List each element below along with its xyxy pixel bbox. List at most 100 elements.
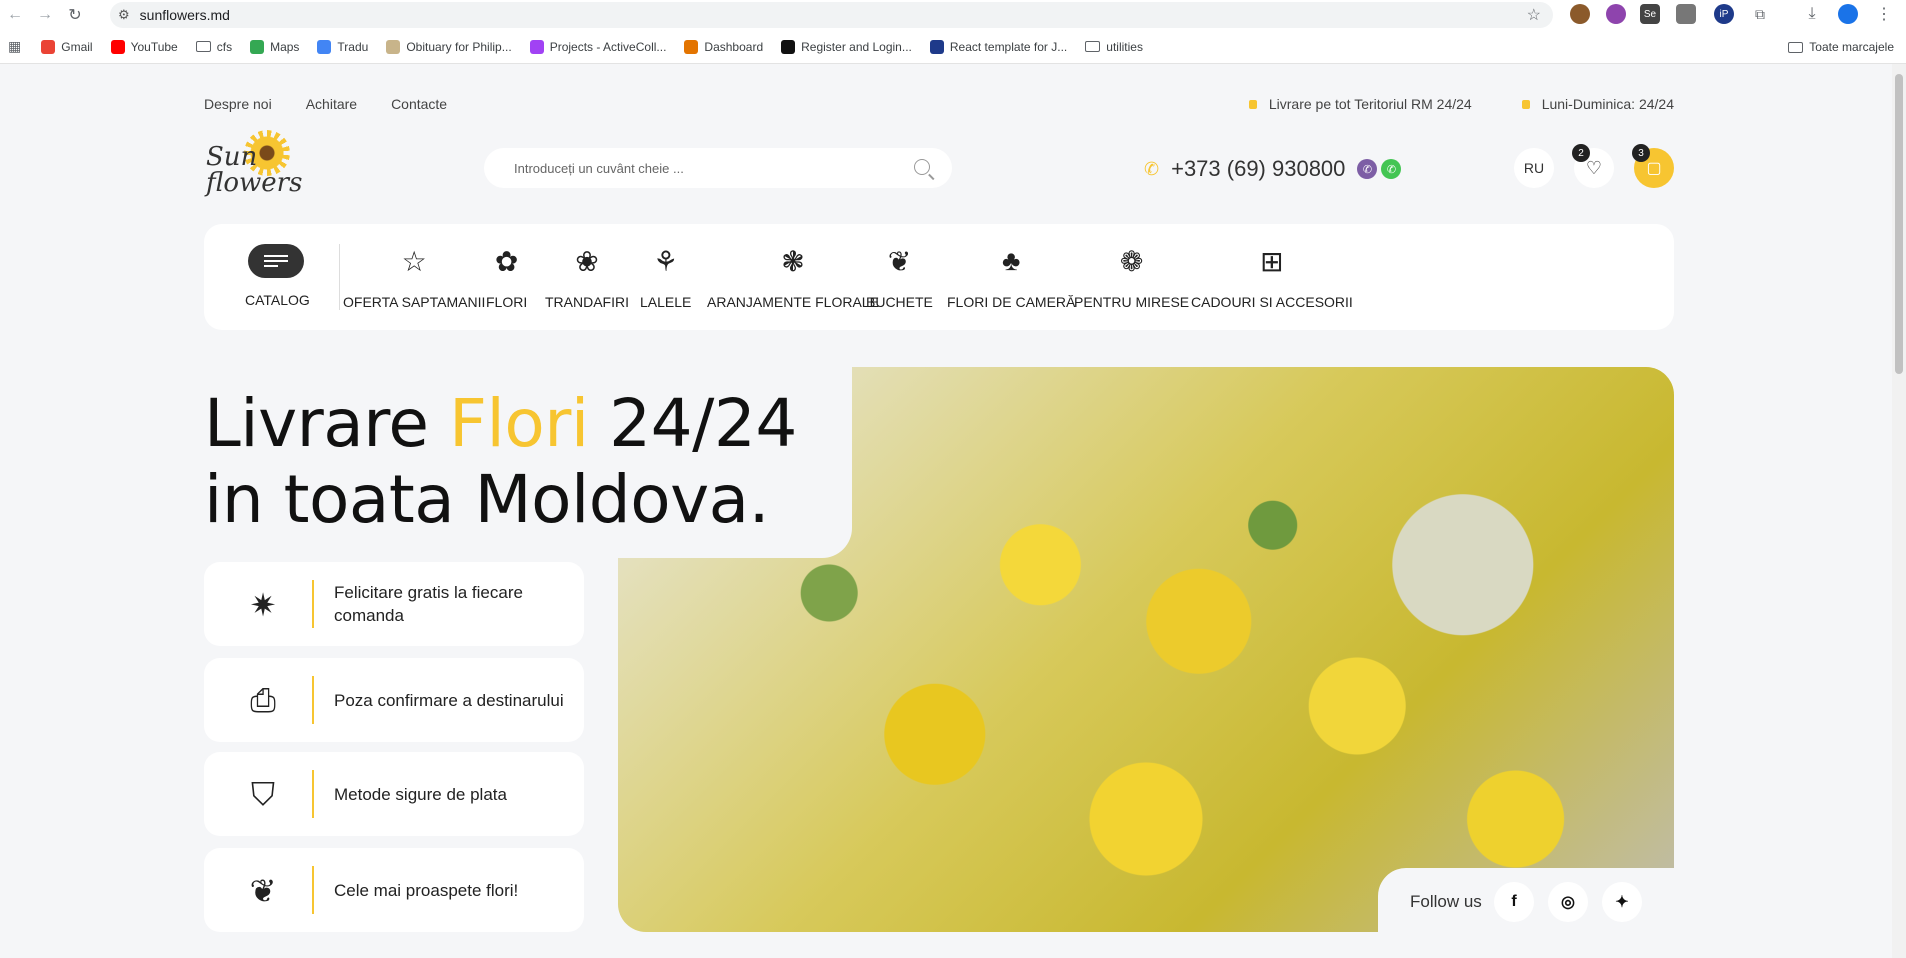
bookmark-item[interactable]: cfs: [195, 40, 232, 54]
feature-card: ❦ Cele mai proaspete flori!: [204, 848, 584, 932]
menu-kebab-icon[interactable]: ⋮: [1874, 4, 1894, 24]
search-icon[interactable]: [914, 159, 930, 175]
viber-icon[interactable]: ✆: [1357, 159, 1378, 179]
whatsapp-icon[interactable]: ✆: [1381, 159, 1402, 179]
category-label: ARANJAMENTE FLORALE: [707, 294, 879, 310]
bookmark-label: utilities: [1106, 39, 1143, 54]
category-trandafiri[interactable]: ❀ TRANDAFIRI: [545, 242, 629, 311]
category-nav: CATALOG ☆ OFERTA SAPTAMANII ✿ FLORI ❀ TRANDAF…: [204, 224, 1674, 330]
bookmark-item[interactable]: Obituary for Philip...: [386, 39, 512, 54]
follow-us-panel: Follow us f ◎ ✦: [1378, 868, 1678, 938]
bookmark-star-icon[interactable]: ☆: [1527, 5, 1541, 25]
forward-icon[interactable]: →: [30, 6, 60, 24]
accent-divider: [312, 770, 314, 818]
category-pentru-mirese[interactable]: ❁ PENTRU MIRESE: [1074, 242, 1190, 311]
bookmark-label: Gmail: [61, 39, 93, 54]
hours-info-text: Luni-Duminica: 24/24: [1541, 96, 1674, 112]
favicon-icon: [684, 39, 699, 54]
bookmark-item[interactable]: Register and Login...: [781, 39, 912, 54]
accent-divider: [312, 866, 314, 914]
bookmark-item[interactable]: Gmail: [41, 39, 93, 54]
bookmark-item[interactable]: Maps: [250, 39, 299, 54]
extension-photo-icon[interactable]: [1676, 4, 1696, 24]
site-logo[interactable]: Sun flowers: [204, 128, 302, 204]
logo-text-line2: flowers: [206, 168, 303, 198]
category-aranjamente-florale[interactable]: ❃ ARANJAMENTE FLORALE: [707, 242, 879, 311]
category-label: BUCHETE: [866, 294, 933, 310]
category-flori-de-camer[interactable]: ♣ FLORI DE CAMERĂ: [947, 242, 1075, 310]
feature-text: Metode sigure de plata: [334, 784, 507, 804]
profile-avatar-icon[interactable]: [1838, 4, 1858, 24]
scrollbar-thumb[interactable]: [1895, 74, 1903, 374]
catalog-menu-button[interactable]: [248, 244, 304, 278]
category-cadouri-si-accesorii[interactable]: ⊞ CADOURI SI ACCESORII: [1191, 242, 1353, 311]
favicon-icon: [110, 39, 125, 54]
all-bookmarks[interactable]: Toate marcajele: [1788, 40, 1894, 54]
link-contacte[interactable]: Contacte: [391, 96, 447, 112]
arrangement-icon: ❃: [781, 245, 805, 277]
apps-grid-icon[interactable]: ▦: [8, 38, 21, 55]
category-lalele[interactable]: ⚘ LALELE: [640, 242, 691, 311]
delivery-info: Livrare pe tot Teritoriul RM 24/24: [1248, 96, 1472, 112]
favicon-icon: [250, 39, 265, 54]
back-icon[interactable]: ←: [0, 6, 30, 24]
instagram-icon[interactable]: ◎: [1548, 882, 1588, 922]
feature-text: Felicitare gratis la fiecare comanda: [334, 583, 523, 625]
category-buchete[interactable]: ❦ BUCHETE: [866, 242, 933, 311]
wishlist-count-badge: 2: [1572, 144, 1590, 162]
link-despre-noi[interactable]: Despre noi: [204, 96, 272, 112]
language-switch[interactable]: RU: [1514, 148, 1554, 188]
hero-title-word3: 24/24: [609, 385, 797, 462]
favicon-icon: [41, 39, 56, 54]
top-info-bar: Despre noi Achitare Contacte Livrare pe …: [204, 96, 1674, 116]
catalog-label[interactable]: CATALOG: [245, 292, 310, 308]
flower-icon: ✿: [494, 245, 519, 277]
link-achitare[interactable]: Achitare: [306, 96, 357, 112]
phone-contact[interactable]: ✆ +373 (69) 930800 ✆ ✆: [1144, 156, 1402, 182]
bouquet-icon: ❦: [249, 873, 277, 909]
extension-selenium-icon[interactable]: Se: [1640, 4, 1660, 24]
page-scrollbar[interactable]: [1892, 64, 1906, 958]
bookmark-label: Tradu: [337, 39, 369, 54]
extension-cookie-icon[interactable]: [1570, 4, 1590, 24]
category-flori[interactable]: ✿ FLORI: [486, 242, 527, 311]
extension-ip-icon[interactable]: iP: [1714, 4, 1734, 24]
browser-toolbar: ← → ↻ ⚙ sunflowers.md ☆ Se iP ⧉ ⤓ ⋮: [0, 0, 1906, 30]
shopping-bag-icon: ▢: [1646, 160, 1662, 177]
download-icon[interactable]: ⤓: [1802, 4, 1822, 24]
site-info-icon[interactable]: ⚙: [118, 7, 130, 23]
bookmark-item[interactable]: Projects - ActiveColl...: [529, 39, 666, 54]
bookmark-item[interactable]: YouTube: [110, 39, 178, 54]
search-input[interactable]: [514, 160, 894, 176]
category-label: PENTRU MIRESE: [1074, 294, 1190, 310]
address-bar[interactable]: ⚙ sunflowers.md ☆: [110, 2, 1553, 28]
address-url: sunflowers.md: [139, 7, 230, 23]
heart-icon: ♡: [1585, 157, 1603, 178]
rose-icon: ❀: [575, 245, 599, 277]
bookmark-item[interactable]: Tradu: [317, 39, 369, 54]
bookmark-item[interactable]: utilities: [1085, 40, 1143, 54]
cart-count-badge: 3: [1632, 144, 1650, 162]
folder-icon: [1085, 41, 1101, 52]
bullet-icon: [1248, 99, 1257, 109]
bookmarks-bar: ▦ Gmail YouTube cfs Maps Tradu Obituary for P…: [0, 30, 1906, 64]
extensions-puzzle-icon[interactable]: ⧉: [1750, 4, 1770, 24]
reload-icon[interactable]: ↻: [60, 5, 90, 25]
feature-card: ⎙ Poza confirmare a destinarului: [204, 658, 584, 742]
extension-purple-icon[interactable]: [1606, 4, 1626, 24]
category-label: FLORI DE CAMERĂ: [947, 294, 1076, 310]
potted-plant-icon: ♣: [1001, 245, 1021, 276]
bookmark-item[interactable]: React template for J...: [929, 39, 1067, 54]
facebook-icon[interactable]: f: [1494, 882, 1534, 922]
category-oferta-saptamanii[interactable]: ☆ OFERTA SAPTAMANII: [343, 242, 485, 311]
favicon-icon: [781, 39, 796, 54]
tulip-icon: ⚘: [653, 245, 679, 277]
bookmark-label: YouTube: [130, 39, 178, 54]
phone-number[interactable]: +373 (69) 930800: [1171, 156, 1345, 182]
favicon-icon: [317, 39, 332, 54]
bullet-icon: [1521, 99, 1530, 109]
party-popper-icon: ✷: [249, 587, 277, 623]
category-label: TRANDAFIRI: [545, 294, 629, 310]
twitter-icon[interactable]: ✦: [1602, 882, 1642, 922]
bookmark-item[interactable]: Dashboard: [684, 39, 763, 54]
